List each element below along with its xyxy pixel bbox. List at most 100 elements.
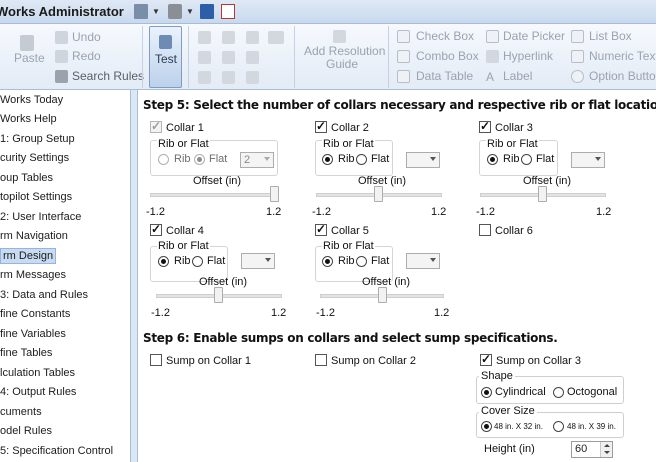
collar-2-combo[interactable] [406,152,440,168]
shape-cylindrical-radio[interactable] [481,387,492,398]
sidebar-item-model-rules[interactable]: odel Rules [0,422,130,441]
collar-5-rib-label: Rib [338,255,355,267]
sidebar-splitter[interactable] [130,90,138,462]
label-tool[interactable]: Label [503,69,532,83]
collar-5-rib-radio[interactable] [322,256,333,267]
sidebar-item-form-design[interactable]: rm Design [0,247,130,266]
test-button[interactable]: Test [149,26,182,88]
collar-2-flat-radio[interactable] [356,154,367,165]
collar-4-flat-radio[interactable] [192,256,203,267]
collar-6-checkbox[interactable] [479,224,491,236]
collar-5-flat-radio[interactable] [356,256,367,267]
collar-3-offset-slider[interactable] [538,186,547,202]
collar-5-combo[interactable] [406,253,440,269]
collar-4-combo[interactable] [241,253,275,269]
search-rules-button[interactable]: Search Rules [72,69,144,83]
sidebar-item-define-constants[interactable]: fine Constants [0,305,130,324]
sidebar-item-output-rules[interactable]: 4: Output Rules [0,383,130,402]
sidebar-item-works-help[interactable]: Works Help [0,110,130,129]
add-resolution-guide-button[interactable]: Add Resolution [304,44,385,58]
collar-4-checkbox[interactable] [150,222,162,236]
sump-collar-2-checkbox[interactable] [315,354,327,366]
collar-1-offset-slider[interactable] [270,186,279,202]
sidebar-item-security-settings[interactable]: curity Settings [0,149,130,168]
collar-5-checkbox[interactable] [315,222,327,236]
collar-6-label: Collar 6 [495,225,533,237]
sidebar-item-define-variables[interactable]: fine Variables [0,325,130,344]
collar-2-rib-label: Rib [338,153,355,165]
cover-48x32-radio[interactable] [481,421,492,432]
collar-1-flat-radio[interactable] [194,154,205,165]
undo-button[interactable]: Undo [72,30,101,44]
sidebar-item-documents[interactable]: cuments [0,403,130,422]
document-icon[interactable] [134,4,148,19]
collar-3-flat-radio[interactable] [521,154,532,165]
numeric-text-box-tool[interactable]: Numeric Text B [589,49,656,63]
list-box-tool[interactable]: List Box [589,29,632,43]
option-button-tool[interactable]: Option Button [589,69,656,83]
sidebar-item-autopilot-settings[interactable]: topilot Settings [0,188,130,207]
collar-4-rib-radio[interactable] [158,256,169,267]
collar-2-checkbox[interactable] [315,119,327,133]
sidebar-item-form-messages[interactable]: rm Messages [0,266,130,285]
test-button-label: Test [155,52,178,66]
resize-icon [222,51,235,64]
shape-octogonal-radio[interactable] [553,387,564,398]
collar-1-combo-value: 2 [244,154,251,166]
combo-box-tool[interactable]: Combo Box [416,49,479,63]
sump-collar-1-checkbox[interactable] [150,354,162,366]
redo-button[interactable]: Redo [72,49,101,63]
collar-3-flat-label: Flat [536,153,555,165]
height-spinner[interactable]: 60 [571,441,613,458]
sidebar-item-data-and-rules[interactable]: 3: Data and Rules [0,286,130,305]
collar-1-checkbox[interactable] [150,119,162,133]
collar-2-offset-slider[interactable] [374,186,383,202]
sump-collar-3-label: Sump on Collar 3 [496,355,581,367]
step6-title: Step 6: Enable sumps on collars and sele… [143,331,558,345]
data-table-tool[interactable]: Data Table [416,69,473,83]
chevron-down-icon[interactable] [604,451,610,454]
collar-1-combo[interactable]: 2 [240,152,274,168]
sidebar-item-specification-control[interactable]: 5: Specification Control [0,442,130,461]
collar-5-offset-slider[interactable] [378,287,387,303]
hyperlink-tool[interactable]: Hyperlink [503,49,553,63]
collar-3-rib-radio[interactable] [487,154,498,165]
height-value: 60 [575,443,588,455]
collar-3-combo[interactable] [571,152,605,168]
sidebar-item-calculation-tables[interactable]: lculation Tables [0,364,130,383]
collar-4-flat-label: Flat [207,255,226,267]
align-center-icon [222,31,235,44]
sidebar-item-group-setup[interactable]: 1: Group Setup [0,130,130,149]
sump-collar-3-checkbox[interactable] [480,352,492,366]
sidebar-item-define-tables[interactable]: fine Tables [0,344,130,363]
align-bottom-icon [198,71,211,84]
chevron-up-icon[interactable] [604,444,610,447]
hyperlink-icon [486,50,499,63]
ribbon: Paste Undo Redo Search Rules Test Add Re… [0,24,656,90]
spinner-buttons[interactable] [600,442,612,457]
save-icon[interactable] [200,4,214,19]
sidebar-item-group-tables[interactable]: oup Tables [0,169,130,188]
collar-1-rib-radio[interactable] [158,154,169,165]
sidebar-item-user-interface[interactable]: 2: User Interface [0,208,130,227]
print-icon[interactable] [168,4,182,19]
cover-48x39-radio[interactable] [553,421,564,432]
collar-3-checkbox[interactable] [479,119,491,133]
chevron-down-icon[interactable]: ▼ [186,7,194,16]
sump-collar-1-label: Sump on Collar 1 [166,355,251,367]
chevron-down-icon[interactable]: ▼ [152,7,160,16]
cover-48x39-label: 48 in. X 39 in. [567,422,616,431]
checklist-icon[interactable] [221,4,235,19]
sidebar-item-works-today[interactable]: Works Today [0,91,130,110]
move-icon [198,51,211,64]
sidebar-item-form-navigation[interactable]: rm Navigation [0,227,130,246]
check-box-tool[interactable]: Check Box [416,29,474,43]
chevron-down-icon [265,258,271,262]
collar-4-offset-slider[interactable] [214,287,223,303]
date-picker-tool[interactable]: Date Picker [503,29,565,43]
collar-2-rib-radio[interactable] [322,154,333,165]
paste-button[interactable]: Paste [14,51,45,65]
collar-5-label: Collar 5 [331,225,369,237]
collar-4-offset-label: Offset (in) [199,276,248,288]
collar-3-label: Collar 3 [495,122,533,134]
